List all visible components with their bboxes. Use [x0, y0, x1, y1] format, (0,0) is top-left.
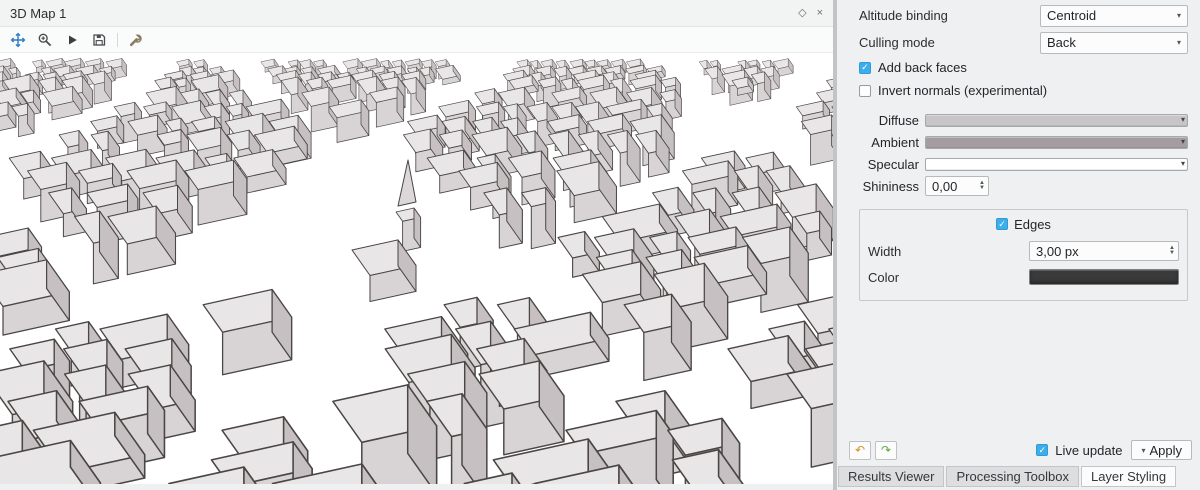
styling-panel-footer: ↶ ↷ Live update ▾ Apply [849, 439, 1192, 461]
float-panel-icon[interactable]: ◇ [798, 8, 806, 19]
spinbox-arrows-icon[interactable]: ▲ ▼ [974, 181, 985, 191]
tab-processing-toolbox[interactable]: Processing Toolbox [946, 466, 1079, 487]
edge-width-value: 3,00 px [1036, 244, 1079, 259]
undo-button[interactable]: ↶ [849, 441, 871, 460]
edge-color-row: Color [868, 264, 1179, 290]
apply-button-icon: ▾ [1141, 446, 1145, 455]
add-back-faces-checkbox[interactable]: Add back faces [859, 56, 1188, 79]
checkbox-checked-icon [859, 62, 871, 74]
altitude-binding-row: Altitude binding Centroid ▾ [859, 2, 1188, 29]
apply-button-label: Apply [1149, 443, 1182, 458]
shininess-label: Shininess [859, 179, 919, 194]
chevron-down-icon: ▾ [1177, 11, 1181, 20]
spin-down-icon[interactable]: ▼ [1169, 251, 1175, 256]
save-image-icon[interactable] [90, 31, 108, 49]
diffuse-color-button[interactable]: ▾ [925, 114, 1188, 127]
specular-row: Specular ▾ [859, 153, 1188, 175]
altitude-binding-select[interactable]: Centroid ▾ [1040, 5, 1188, 27]
chevron-down-icon: ▾ [1181, 137, 1185, 146]
diffuse-row: Diffuse ▾ [859, 109, 1188, 131]
culling-mode-select[interactable]: Back ▾ [1040, 32, 1188, 54]
specular-color-button[interactable]: ▾ [925, 158, 1188, 171]
ambient-row: Ambient ▾ [859, 131, 1188, 153]
tab-layer-styling[interactable]: Layer Styling [1081, 466, 1176, 487]
altitude-binding-label: Altitude binding [859, 8, 948, 23]
chevron-down-icon: ▾ [1181, 115, 1185, 124]
invert-normals-label: Invert normals (experimental) [878, 83, 1047, 98]
styling-options: Altitude binding Centroid ▾ Culling mode… [859, 2, 1188, 434]
layer-styling-panel: Altitude binding Centroid ▾ Culling mode… [837, 0, 1200, 490]
altitude-binding-value: Centroid [1047, 8, 1096, 23]
close-panel-icon[interactable]: × [817, 8, 823, 19]
live-update-label: Live update [1055, 443, 1122, 458]
add-back-faces-label: Add back faces [878, 60, 967, 75]
chevron-down-icon: ▾ [1177, 38, 1181, 47]
panel-dock-controls: ◇ × [798, 8, 823, 19]
ambient-color-button[interactable]: ▾ [925, 136, 1188, 149]
toolbar-separator [117, 33, 118, 47]
culling-mode-value: Back [1047, 35, 1076, 50]
edges-checkbox[interactable] [996, 218, 1008, 230]
specular-label: Specular [859, 157, 919, 172]
edges-group: Edges Width 3,00 px ▲ ▼ Color [859, 209, 1188, 301]
checkbox-checked-icon [1036, 444, 1048, 456]
tab-results-viewer[interactable]: Results Viewer [838, 466, 944, 487]
edge-width-row: Width 3,00 px ▲ ▼ [868, 238, 1179, 264]
live-update-checkbox[interactable]: Live update [1036, 439, 1122, 462]
undo-icon: ↶ [855, 443, 865, 457]
edge-width-spinbox[interactable]: 3,00 px ▲ ▼ [1029, 241, 1179, 261]
map-3d-panel: 3D Map 1 ◇ × [0, 0, 833, 484]
map-3d-viewport[interactable] [0, 54, 833, 484]
culling-mode-row: Culling mode Back ▾ [859, 29, 1188, 56]
edge-width-label: Width [868, 244, 901, 259]
material-section: Diffuse ▾ Ambient ▾ Specular ▾ [859, 109, 1188, 197]
culling-mode-label: Culling mode [859, 35, 935, 50]
redo-button[interactable]: ↷ [875, 441, 897, 460]
ambient-label: Ambient [859, 135, 919, 150]
map-panel-title: 3D Map 1 [10, 6, 66, 21]
edges-group-title: Edges [868, 214, 1179, 234]
animations-play-icon[interactable] [63, 31, 81, 49]
shininess-spinbox[interactable]: 0,00 ▲ ▼ [925, 176, 989, 196]
map-toolbar [0, 27, 833, 53]
configure-wrench-icon[interactable] [127, 31, 145, 49]
apply-button[interactable]: ▾ Apply [1131, 440, 1192, 460]
map-3d-scene[interactable] [0, 54, 833, 484]
shininess-row: Shininess 0,00 ▲ ▼ [859, 175, 1188, 197]
map-panel-header: 3D Map 1 ◇ × [0, 0, 833, 27]
redo-icon: ↷ [881, 443, 891, 457]
spin-down-icon[interactable]: ▼ [979, 186, 985, 191]
chevron-down-icon: ▾ [1181, 159, 1185, 168]
zoom-full-icon[interactable] [36, 31, 54, 49]
edges-title-label: Edges [1014, 217, 1051, 232]
edge-color-label: Color [868, 270, 899, 285]
bottom-tabbar: Results Viewer Processing Toolbox Layer … [838, 466, 1176, 487]
invert-normals-checkbox[interactable]: Invert normals (experimental) [859, 79, 1188, 102]
shininess-value: 0,00 [932, 179, 957, 194]
edge-color-button[interactable] [1029, 269, 1179, 285]
qgis-window: 3D Map 1 ◇ × [0, 0, 1200, 490]
diffuse-label: Diffuse [859, 113, 919, 128]
spinbox-arrows-icon[interactable]: ▲ ▼ [1164, 246, 1175, 256]
camera-control-icon[interactable] [9, 31, 27, 49]
checkbox-unchecked-icon [859, 85, 871, 97]
